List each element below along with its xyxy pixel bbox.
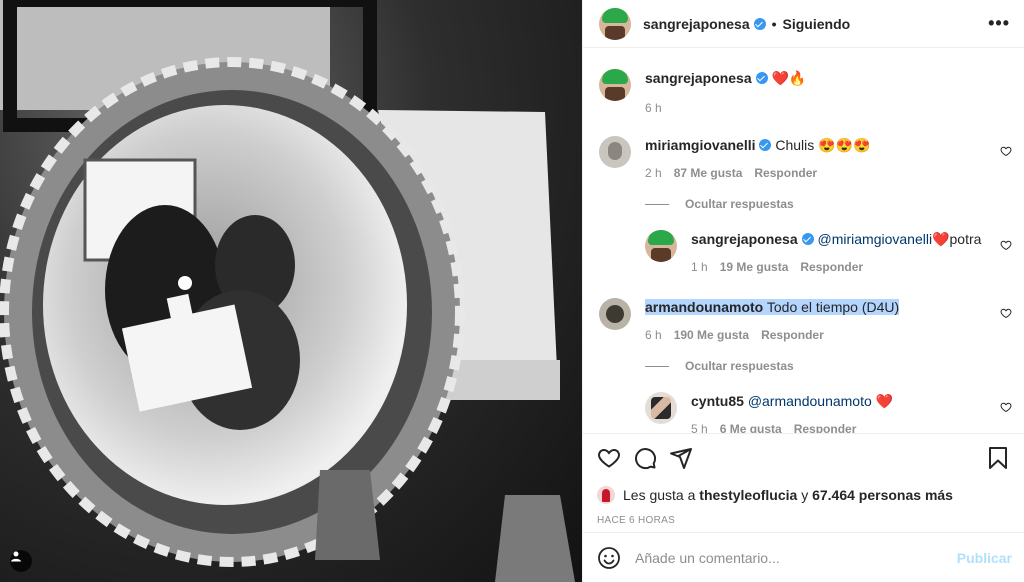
following-button[interactable]: Siguiendo <box>783 16 851 32</box>
reply-item: sangrejaponesa @miriamgiovanelli❤️potra … <box>645 230 981 276</box>
post-timestamp[interactable]: HACE 6 HORAS <box>597 515 1010 526</box>
comment-text: Chulis 😍😍😍 <box>775 137 871 153</box>
reply-likes[interactable]: 19 Me gusta <box>720 258 789 276</box>
likes-conj: y <box>801 487 809 503</box>
comment-username[interactable]: miriamgiovanelli <box>645 137 755 153</box>
likes-prefix: Les gusta a <box>623 487 696 503</box>
comment-text: Todo el tiempo (D4U) <box>766 299 900 315</box>
verified-badge-icon <box>801 233 814 245</box>
comment-likes[interactable]: 190 Me gusta <box>674 326 749 344</box>
comment-time[interactable]: 2 h <box>645 164 662 182</box>
reply-button[interactable]: Responder <box>800 258 863 276</box>
verified-badge-icon <box>755 72 768 84</box>
comment-likes[interactable]: 87 Me gusta <box>674 164 743 182</box>
likes-summary: Les gusta a thestyleoflucia y 67.464 per… <box>597 486 1010 504</box>
reply-button[interactable]: Responder <box>761 326 824 344</box>
comment-input[interactable] <box>635 549 957 566</box>
reply-button[interactable]: Responder <box>754 164 817 182</box>
caption-avatar[interactable] <box>599 69 631 101</box>
likes-count[interactable]: 67.464 personas más <box>812 487 953 503</box>
comment-item: miriamgiovanelli Chulis 😍😍😍 2 h 87 Me gu… <box>599 136 870 182</box>
replier-avatar[interactable] <box>645 392 677 424</box>
reply-text: ❤️ <box>875 393 894 409</box>
verified-badge-icon <box>759 139 772 151</box>
hide-replies-label: Ocultar respuestas <box>685 359 794 373</box>
like-comment-heart-icon[interactable] <box>1000 145 1012 157</box>
comments-list[interactable]: sangrejaponesa ❤️🔥 6 h miriamgiovanelli … <box>583 49 1024 433</box>
reply-likes[interactable]: 6 Me gusta <box>720 420 782 433</box>
commenter-avatar[interactable] <box>599 298 631 330</box>
liker-username[interactable]: thestyleoflucia <box>699 487 797 503</box>
divider-line <box>645 203 669 205</box>
post-comment-button[interactable]: Publicar <box>957 550 1012 566</box>
post-side-panel: sangrejaponesa • Siguiendo ••• sangrejap… <box>582 0 1024 582</box>
reply-username[interactable]: cyntu85 <box>691 393 744 409</box>
tagged-user-icon[interactable] <box>10 550 32 572</box>
comment-bubble-icon[interactable] <box>633 446 657 470</box>
comment-time[interactable]: 6 h <box>645 326 662 344</box>
like-comment-heart-icon[interactable] <box>1000 307 1012 319</box>
share-plane-icon[interactable] <box>669 446 693 470</box>
hide-replies-button[interactable]: Ocultar respuestas <box>645 359 794 373</box>
replier-avatar[interactable] <box>645 230 677 262</box>
caption-text: ❤️🔥 <box>771 70 807 86</box>
author-avatar[interactable] <box>599 7 631 40</box>
hide-replies-label: Ocultar respuestas <box>685 197 794 211</box>
like-comment-heart-icon[interactable] <box>1000 239 1012 251</box>
reply-mention[interactable]: @armandounamoto <box>748 393 872 409</box>
caption-username[interactable]: sangrejaponesa <box>645 70 752 86</box>
comment-item: armandounamoto Todo el tiempo (D4U) 6 h … <box>599 298 900 344</box>
divider-line <box>645 365 669 367</box>
reply-button[interactable]: Responder <box>794 420 857 433</box>
separator-dot: • <box>771 15 777 32</box>
emoji-icon[interactable] <box>597 546 621 570</box>
comment-username[interactable]: armandounamoto <box>645 299 763 315</box>
reply-username[interactable]: sangrejaponesa <box>691 231 798 247</box>
reply-time[interactable]: 1 h <box>691 258 708 276</box>
mirror-photo-art <box>0 0 575 582</box>
hide-replies-button[interactable]: Ocultar respuestas <box>645 197 794 211</box>
reply-text: ❤️potra <box>932 231 982 247</box>
caption: sangrejaponesa ❤️🔥 6 h <box>599 69 806 117</box>
post-header: sangrejaponesa • Siguiendo ••• <box>583 0 1024 48</box>
like-heart-icon[interactable] <box>597 446 621 470</box>
like-comment-heart-icon[interactable] <box>1000 401 1012 413</box>
comment-composer: Publicar <box>583 532 1024 582</box>
verified-badge-icon <box>753 17 766 30</box>
reply-time[interactable]: 5 h <box>691 420 708 433</box>
author-username[interactable]: sangrejaponesa <box>643 16 750 32</box>
caption-time[interactable]: 6 h <box>645 99 662 117</box>
reply-mention[interactable]: @miriamgiovanelli <box>818 231 933 247</box>
post-actions: Les gusta a thestyleoflucia y 67.464 per… <box>583 433 1024 526</box>
liker-avatar[interactable] <box>597 486 615 504</box>
reply-item: cyntu85 @armandounamoto ❤️ 5 h 6 Me gust… <box>645 392 893 433</box>
save-bookmark-icon[interactable] <box>986 446 1010 470</box>
commenter-avatar[interactable] <box>599 136 631 168</box>
post-photo[interactable] <box>0 0 582 582</box>
more-options-icon[interactable]: ••• <box>988 13 1010 34</box>
